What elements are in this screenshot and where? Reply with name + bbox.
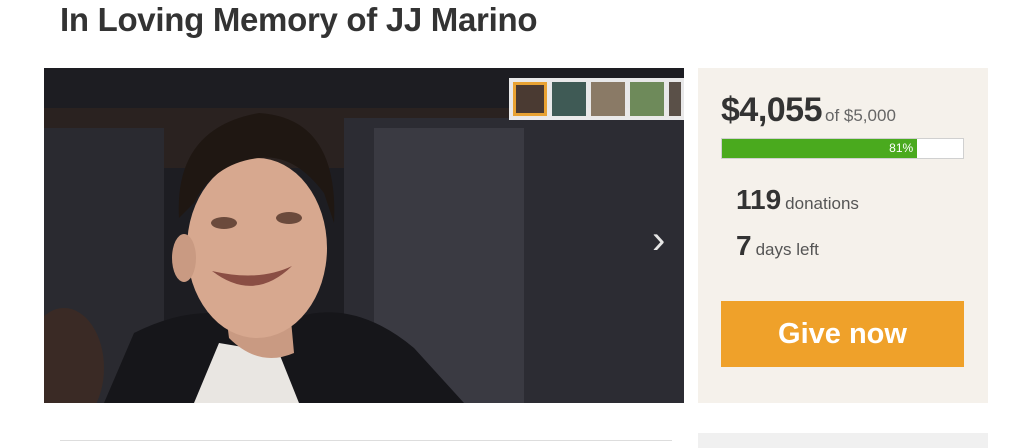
amount-raised: $4,055 of $5,000: [721, 91, 896, 130]
days-left-label: days left: [755, 240, 819, 259]
give-now-button[interactable]: Give now: [721, 301, 964, 367]
gallery-thumbnail[interactable]: [552, 82, 586, 116]
gallery-thumbnail[interactable]: [591, 82, 625, 116]
gallery-thumbnail[interactable]: [630, 82, 664, 116]
donations-count: 119: [736, 184, 782, 215]
donations-stat: 119 donations: [736, 184, 859, 216]
donations-label: donations: [785, 194, 859, 213]
raised-amount: $4,055: [721, 91, 823, 129]
secondary-panel: [698, 433, 988, 448]
gallery-thumbnail[interactable]: [669, 82, 681, 116]
days-left-stat: 7 days left: [736, 230, 819, 262]
page-title: In Loving Memory of JJ Marino: [60, 1, 538, 38]
goal-amount: of $5,000: [825, 106, 896, 125]
donation-panel: $4,055 of $5,000 81% 119 donations 7 days l…: [698, 68, 988, 403]
progress-bar: 81%: [721, 138, 964, 159]
gallery-thumbnail[interactable]: [513, 82, 547, 116]
section-divider: [60, 440, 672, 441]
gallery-thumbnails: [509, 78, 684, 120]
chevron-right-icon[interactable]: ›: [652, 220, 665, 260]
progress-percent: 81%: [889, 141, 914, 155]
days-left-count: 7: [736, 230, 752, 261]
campaign-photo[interactable]: ›: [44, 68, 684, 403]
progress-bar-fill: 81%: [722, 139, 918, 158]
